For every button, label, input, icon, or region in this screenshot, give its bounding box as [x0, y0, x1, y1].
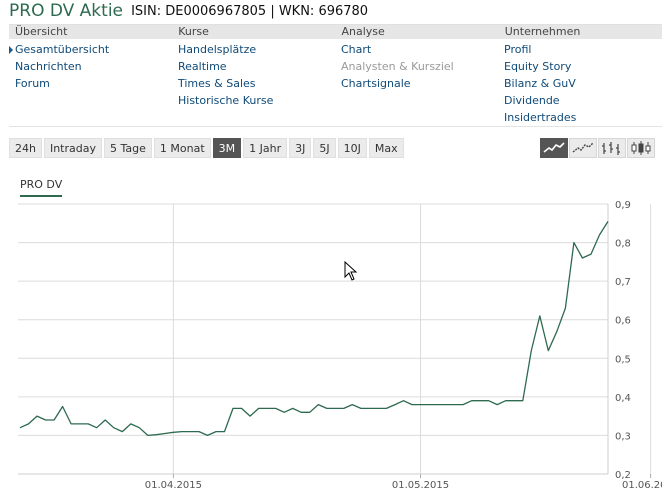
- nav-link-2-1: Analysten & Kursziel: [341, 60, 454, 73]
- period-button-0[interactable]: 24h: [9, 138, 42, 158]
- nav-header-3: Unternehmen: [504, 25, 581, 38]
- period-button-8[interactable]: 10J: [337, 138, 367, 158]
- nav-link-2-2[interactable]: Chartsignale: [335, 75, 498, 92]
- nav-header-0: Übersicht: [15, 25, 68, 38]
- chart-type-buttons: [540, 138, 655, 158]
- security-identifiers: ISIN: DE0006967805 | WKN: 696780: [131, 4, 369, 19]
- y-tick-label: 0,6: [615, 316, 631, 327]
- period-button-3[interactable]: 1 Monat: [153, 138, 211, 158]
- y-tick-label: 0,3: [615, 431, 631, 442]
- price-chart[interactable]: 0,20,30,40,50,60,70,80,901.04.2015 01.05.…: [0, 190, 662, 498]
- section-navigation: Übersicht Kurse Analyse Unternehmen Gesamtü…: [9, 24, 662, 127]
- nav-header-2: Analyse: [341, 25, 385, 38]
- y-tick-label: 0,8: [615, 239, 631, 250]
- x-tick-label: 01.05.2015: [392, 480, 449, 491]
- nav-column-2: Chart Analysten & Kursziel Chartsignale: [335, 39, 498, 126]
- period-button-5[interactable]: 1 Jahr: [243, 138, 288, 158]
- period-selector: 24h Intraday 5 Tage 1 Monat 3M 1 Jahr 3J 5J 10J M…: [9, 138, 655, 158]
- nav-column-3: Profil Equity Story Bilanz & GuV Dividende I…: [498, 39, 661, 126]
- nav-header-row: Übersicht Kurse Analyse Unternehmen: [9, 24, 662, 39]
- period-button-4[interactable]: 3M: [212, 138, 242, 158]
- page-header: PRO DV Aktie ISIN: DE0006967805 | WKN: 6…: [9, 0, 368, 26]
- period-button-6[interactable]: 3J: [289, 138, 312, 158]
- mouse-cursor-icon: [344, 261, 358, 281]
- x-tick-label: 01.04.2015: [145, 480, 202, 491]
- nav-column-1: Handelsplätze Realtime Times & Sales Histor…: [172, 39, 335, 126]
- nav-link-1-0[interactable]: Handelsplätze: [172, 41, 335, 58]
- nav-header-1: Kurse: [178, 25, 209, 38]
- nav-columns: Gesamtübersicht Nachrichten Forum Handelspl…: [9, 39, 662, 126]
- nav-link-3-4[interactable]: Insidertrades: [498, 109, 661, 126]
- nav-column-0: Gesamtübersicht Nachrichten Forum: [9, 39, 172, 126]
- line-dotted-icon[interactable]: [569, 138, 597, 158]
- ohlc-icon[interactable]: [598, 138, 626, 158]
- line-icon[interactable]: [540, 138, 568, 158]
- period-button-7[interactable]: 5J: [313, 138, 336, 158]
- y-tick-label: 0,5: [615, 354, 631, 365]
- period-button-2[interactable]: 5 Tage: [104, 138, 152, 158]
- nav-link-3-3[interactable]: Dividende: [498, 92, 661, 109]
- candlestick-icon[interactable]: [627, 138, 655, 158]
- x-tick-label: 01.06.2015: [622, 480, 662, 491]
- nav-link-0-1[interactable]: Nachrichten: [9, 58, 172, 75]
- nav-link-0-2[interactable]: Forum: [9, 75, 172, 92]
- nav-link-0-0[interactable]: Gesamtübersicht: [9, 41, 172, 58]
- y-tick-label: 0,9: [615, 200, 631, 211]
- period-button-9[interactable]: Max: [368, 138, 404, 158]
- nav-link-3-1[interactable]: Equity Story: [498, 58, 661, 75]
- y-tick-label: 0,7: [615, 277, 631, 288]
- page-title: PRO DV Aktie: [9, 1, 123, 21]
- nav-link-3-0[interactable]: Profil: [498, 41, 661, 58]
- nav-link-2-0[interactable]: Chart: [335, 41, 498, 58]
- nav-link-1-2[interactable]: Times & Sales: [172, 75, 335, 92]
- period-button-1[interactable]: Intraday: [43, 138, 102, 158]
- nav-link-1-3[interactable]: Historische Kurse: [172, 92, 335, 109]
- nav-link-3-2[interactable]: Bilanz & GuV: [498, 75, 661, 92]
- nav-link-1-1[interactable]: Realtime: [172, 58, 335, 75]
- series-line-pro-dv: [19, 221, 609, 437]
- y-tick-label: 0,4: [615, 393, 631, 404]
